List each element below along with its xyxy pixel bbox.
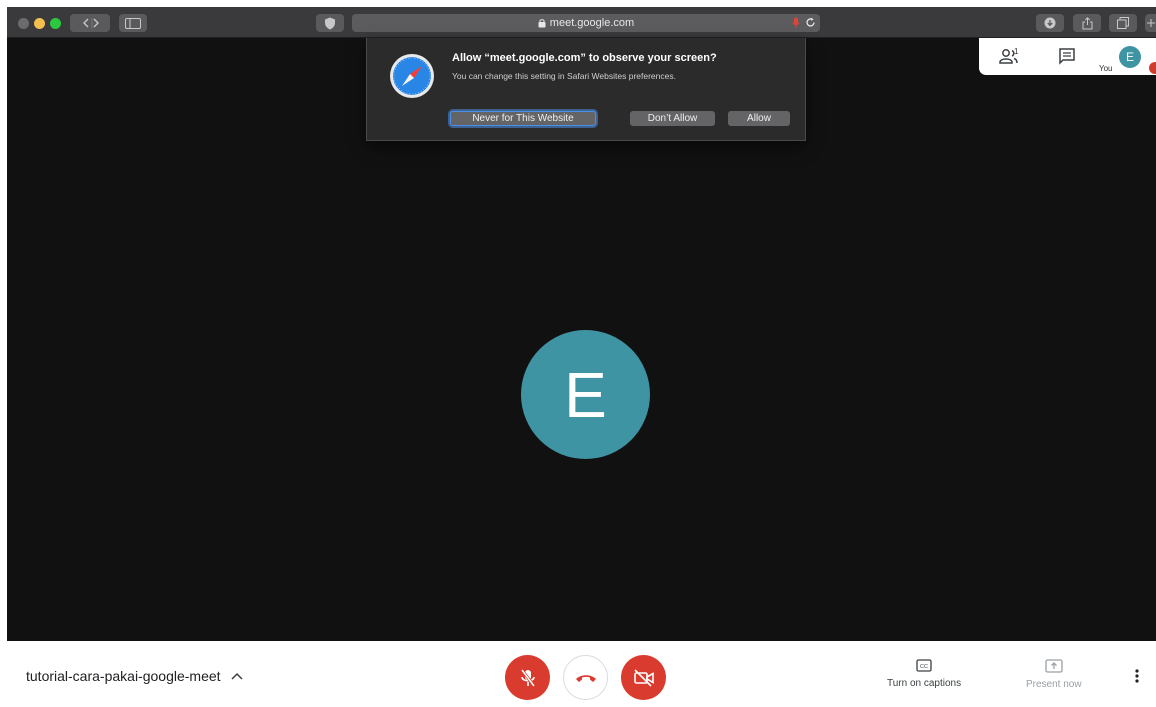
share-icon <box>1082 16 1092 29</box>
tabs-overview-button[interactable] <box>1109 14 1137 32</box>
microphone-toggle-button[interactable] <box>505 655 550 700</box>
shield-icon <box>325 17 335 29</box>
leave-call-button[interactable] <box>563 655 608 700</box>
address-bar[interactable]: meet.google.com <box>352 14 820 32</box>
present-label: Present now <box>1026 679 1082 690</box>
self-avatar[interactable]: E <box>1119 46 1141 68</box>
browser-toolbar: meet.google.com <box>7 7 1156 38</box>
allow-button[interactable]: Allow <box>728 111 790 126</box>
lock-icon <box>538 18 546 28</box>
window-maximize-button[interactable] <box>50 18 61 29</box>
plus-icon <box>1146 19 1155 27</box>
chevron-up-icon <box>231 672 243 680</box>
captions-button[interactable]: CC Turn on captions <box>887 659 961 689</box>
closed-captions-icon: CC <box>916 659 932 672</box>
camera-toggle-button[interactable] <box>621 655 666 700</box>
compass-icon <box>389 53 435 104</box>
chevron-left-icon <box>83 18 99 28</box>
captions-label: Turn on captions <box>887 678 962 689</box>
reload-icon[interactable] <box>805 17 816 31</box>
self-label: You <box>1099 64 1113 73</box>
svg-text:CC: CC <box>920 664 928 670</box>
chat-icon[interactable] <box>1058 47 1076 70</box>
screen-permission-dialog: Allow “meet.google.com” to observe your … <box>366 38 806 141</box>
tabs-icon <box>1117 17 1129 29</box>
phone-hangup-icon <box>575 674 596 682</box>
never-for-website-button[interactable]: Never for This Website <box>450 111 596 126</box>
window-minimize-button[interactable] <box>34 18 45 29</box>
dialog-subtitle: You can change this setting in Safari We… <box>452 71 676 81</box>
meeting-top-panel: 1 You E <box>979 38 1156 75</box>
self-initial: E <box>1125 50 1134 64</box>
new-tab-button[interactable] <box>1145 14 1156 32</box>
meeting-name: tutorial-cara-pakai-google-meet <box>26 668 221 684</box>
present-screen-icon <box>1045 659 1063 673</box>
more-vert-icon <box>1135 669 1139 683</box>
dialog-title: Allow “meet.google.com” to observe your … <box>452 52 717 64</box>
meeting-controls-bar: tutorial-cara-pakai-google-meet CC Turn … <box>7 641 1156 707</box>
participant-avatar: E <box>521 330 650 459</box>
sidebar-icon <box>125 17 141 29</box>
more-options-button[interactable] <box>1134 668 1140 689</box>
present-now-button[interactable]: Present now <box>1026 659 1082 690</box>
meeting-details-toggle[interactable]: tutorial-cara-pakai-google-meet <box>26 668 243 684</box>
back-forward-buttons[interactable] <box>70 14 110 32</box>
address-text: meet.google.com <box>549 17 635 29</box>
mic-off-icon <box>520 668 535 687</box>
downloads-button[interactable] <box>1036 14 1064 32</box>
mic-off-badge-icon <box>1149 62 1156 74</box>
share-button[interactable] <box>1073 14 1101 32</box>
sidebar-toggle-button[interactable] <box>119 14 147 32</box>
download-icon <box>1044 17 1056 29</box>
privacy-report-button[interactable] <box>316 14 344 32</box>
camera-off-icon <box>633 668 654 687</box>
participant-initial: E <box>564 358 607 431</box>
dont-allow-button[interactable]: Don’t Allow <box>630 111 715 126</box>
mic-in-use-icon[interactable] <box>792 17 800 32</box>
window-close-button[interactable] <box>18 18 29 29</box>
participant-count: 1 <box>1014 47 1019 56</box>
